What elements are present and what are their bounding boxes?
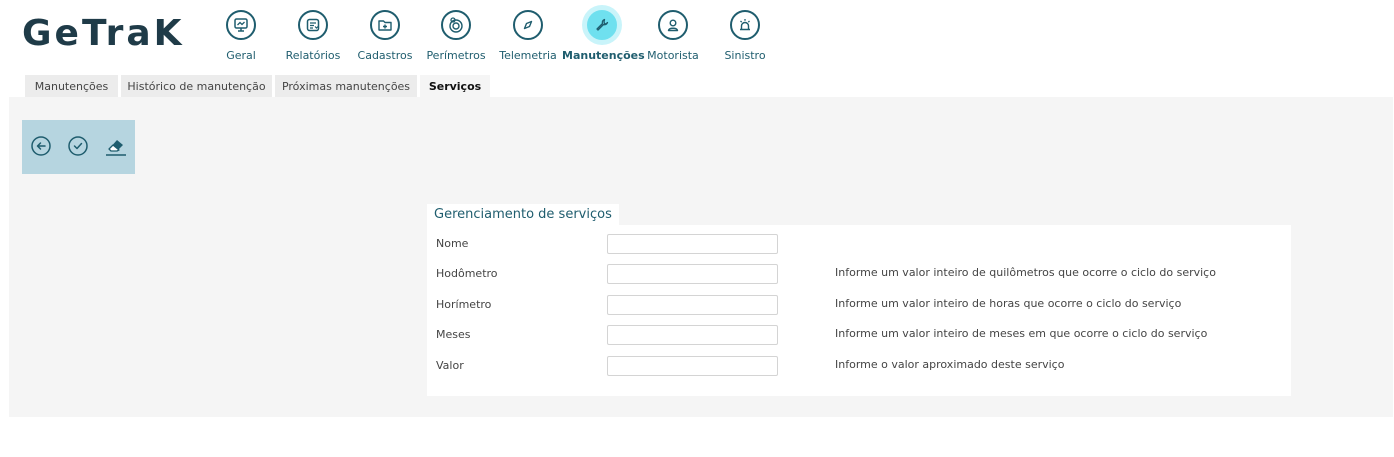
nav-item-cadastros[interactable]: Cadastros bbox=[345, 8, 425, 62]
clear-button[interactable] bbox=[104, 135, 126, 157]
tab-proximas-manutencoes[interactable]: Próximas manutenções bbox=[275, 75, 417, 97]
nav-item-perimetros[interactable]: Perímetros bbox=[416, 8, 496, 62]
hodometro-input[interactable] bbox=[607, 264, 778, 284]
nav-item-relatorios[interactable]: Relatórios bbox=[273, 8, 353, 62]
field-label: Horímetro bbox=[436, 298, 492, 311]
field-hint: Informe um valor inteiro de quilômetros … bbox=[835, 266, 1216, 279]
nav-label: Sinistro bbox=[724, 49, 766, 62]
arrow-left-circle-icon bbox=[31, 136, 51, 156]
section-title: Gerenciamento de serviços bbox=[427, 204, 619, 226]
nav-item-sinistro[interactable]: Sinistro bbox=[705, 8, 785, 62]
driver-icon bbox=[658, 10, 688, 40]
valor-input[interactable] bbox=[607, 356, 778, 376]
action-toolbar bbox=[22, 120, 135, 174]
nav-label: Perímetros bbox=[426, 49, 486, 62]
form-row-horimetro: Horímetro Informe um valor inteiro de ho… bbox=[427, 295, 1291, 317]
field-label: Nome bbox=[436, 237, 469, 250]
nome-input[interactable] bbox=[607, 234, 778, 254]
siren-icon bbox=[730, 10, 760, 40]
field-hint: Informe um valor inteiro de meses em que… bbox=[835, 327, 1208, 340]
getrak-logo: GeTraK bbox=[22, 14, 185, 50]
tab-manutencoes[interactable]: Manutenções bbox=[25, 75, 118, 97]
form-row-meses: Meses Informe um valor inteiro de meses … bbox=[427, 325, 1291, 347]
field-label: Hodômetro bbox=[436, 267, 498, 280]
field-hint: Informe um valor inteiro de horas que oc… bbox=[835, 297, 1182, 310]
nav-label: Telemetria bbox=[499, 49, 557, 62]
svg-text:GeTraK: GeTraK bbox=[22, 14, 185, 50]
nav-item-motorista[interactable]: Motorista bbox=[633, 8, 713, 62]
form-row-hodometro: Hodômetro Informe um valor inteiro de qu… bbox=[427, 264, 1291, 286]
nav-label: Geral bbox=[226, 49, 256, 62]
save-button[interactable] bbox=[67, 135, 89, 157]
service-form: Nome Hodômetro Informe um valor inteiro … bbox=[427, 225, 1291, 396]
meses-input[interactable] bbox=[607, 325, 778, 345]
check-circle-icon bbox=[68, 136, 88, 156]
nav-item-geral[interactable]: Geral bbox=[201, 8, 281, 62]
horimetro-input[interactable] bbox=[607, 295, 778, 315]
nav-label: Cadastros bbox=[357, 49, 413, 62]
monitor-chart-icon bbox=[226, 10, 256, 40]
nav-label: Motorista bbox=[647, 49, 699, 62]
nav-item-telemetria[interactable]: Telemetria bbox=[488, 8, 568, 62]
tab-servicos[interactable]: Serviços bbox=[420, 75, 490, 97]
nav-label: Manutenções bbox=[562, 49, 645, 62]
field-label: Meses bbox=[436, 328, 471, 341]
target-pin-icon bbox=[441, 10, 471, 40]
content-panel: Gerenciamento de serviços Nome Hodômetro… bbox=[9, 97, 1393, 417]
field-label: Valor bbox=[436, 359, 464, 372]
wrench-icon bbox=[587, 10, 617, 40]
eraser-icon bbox=[106, 140, 126, 156]
form-row-nome: Nome bbox=[427, 234, 1291, 256]
folder-plus-icon bbox=[370, 10, 400, 40]
nav-item-manutencoes[interactable]: Manutenções bbox=[562, 8, 645, 62]
form-row-valor: Valor Informe o valor aproximado deste s… bbox=[427, 356, 1291, 378]
tab-historico-de-manutencao[interactable]: Histórico de manutenção bbox=[121, 75, 272, 97]
compass-icon bbox=[513, 10, 543, 40]
back-button[interactable] bbox=[30, 135, 52, 157]
field-hint: Informe o valor aproximado deste serviço bbox=[835, 358, 1065, 371]
report-icon bbox=[298, 10, 328, 40]
nav-label: Relatórios bbox=[285, 49, 341, 62]
